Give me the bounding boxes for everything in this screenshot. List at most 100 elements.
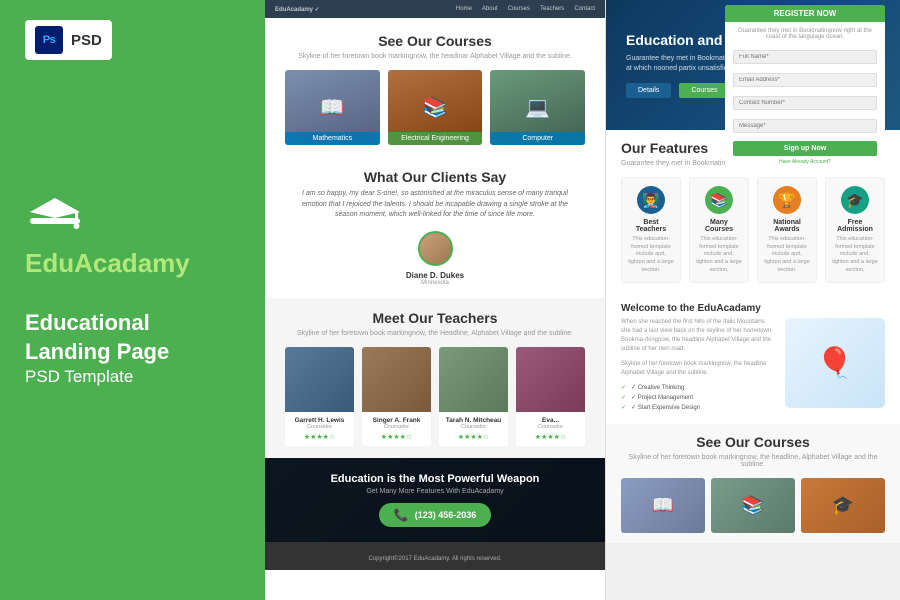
- form-link[interactable]: Have Already Account?: [733, 159, 877, 165]
- teachers-section: Meet Our Teachers Skyline of her foretow…: [265, 298, 605, 458]
- message-input[interactable]: [733, 119, 877, 133]
- bottom-courses-title: See Our Courses: [621, 434, 885, 450]
- teacher-stars-3: ★★★★☆: [444, 433, 503, 441]
- welcome-text: When she reached the first hills of the …: [621, 318, 775, 414]
- feature-title-1: Best Teachers: [628, 219, 674, 233]
- nav-strip: EduAcadamy ✓ Home About Courses Teachers…: [265, 0, 605, 18]
- teacher-name-1: Garrett H. Lewis: [290, 417, 349, 424]
- nav-item-contact: Contact: [574, 6, 595, 12]
- teacher-card-4: Eva... Counselor ★★★★☆: [516, 347, 585, 446]
- phone-number: (123) 456-2036: [415, 510, 477, 520]
- teacher-stars-1: ★★★★☆: [290, 433, 349, 441]
- course-img-comp: 💻 Computer: [490, 70, 585, 145]
- bottom-course-3: 🎓: [801, 478, 885, 533]
- features-grid: 👨‍🏫 Best Teachers This education-formed …: [621, 177, 885, 283]
- courses-button[interactable]: Courses: [679, 83, 729, 98]
- tagline: Educational Landing Page PSD Template: [25, 309, 169, 388]
- feature-4: 🎓 Free Admission This education-formed t…: [825, 177, 885, 283]
- teacher-stars-4: ★★★★☆: [521, 433, 580, 441]
- welcome-list-item-3: ✓ Start Expensive Design: [621, 404, 775, 411]
- nav-logo: EduAcadamy ✓: [275, 6, 320, 13]
- welcome-illustration: 🎈: [785, 318, 885, 408]
- feature-3: 🏆 National Awards This education-formed …: [757, 177, 817, 283]
- sidebar: Ps PSD EduAcadamy Educational Landing Pa…: [0, 0, 265, 600]
- bottom-course-2: 📚: [711, 478, 795, 533]
- testimonial-text: I am so happy, my dear S-one!, so astoni…: [295, 189, 575, 221]
- teacher-role-3: Counselor: [444, 424, 503, 430]
- register-form-title: REGISTER NOW: [725, 5, 885, 22]
- feature-desc-4: This education-formed template include a…: [832, 236, 878, 274]
- bottom-courses-section: See Our Courses Skyline of her foretown …: [606, 424, 900, 543]
- graduation-cap-icon: [25, 190, 85, 240]
- details-button[interactable]: Details: [626, 83, 671, 98]
- teachers-subtitle: Skyline of her foretown book markingnow,…: [285, 330, 585, 337]
- welcome-desc1: When she reached the first hills of the …: [621, 318, 775, 354]
- teacher-name-2: Singer A. Frank: [367, 417, 426, 424]
- nav-item-courses: Courses: [508, 6, 530, 12]
- welcome-section: Welcome to the EduAcadamy When she reach…: [606, 293, 900, 424]
- feature-title-4: Free Admission: [832, 219, 878, 233]
- cta-section: Education is the Most Powerful Weapon Ge…: [265, 458, 605, 542]
- teacher-photo-4: [516, 347, 585, 412]
- cta-phone[interactable]: 📞 (123) 456-2036: [379, 503, 492, 527]
- main-preview: EduAcadamy ✓ Home About Courses Teachers…: [265, 0, 900, 600]
- course-img-elec: 📚 Electrical Engineering: [388, 70, 483, 145]
- testimonial-name: Diane D. Dukes: [295, 271, 575, 280]
- cta-title: Education is the Most Powerful Weapon: [285, 473, 585, 485]
- welcome-list: ✓ Creative Thinking ✓ Project Management…: [621, 384, 775, 411]
- teacher-card-2: Singer A. Frank Counselor ★★★★☆: [362, 347, 431, 446]
- cta-subtitle: Get Many More Features With EduAcadamy: [285, 488, 585, 495]
- nav-item-about: About: [482, 6, 498, 12]
- course-images: 📖 Mathematics 📚 Electrical Engineering 💻…: [285, 70, 585, 145]
- testimonial-avatar: [418, 231, 453, 266]
- teachers-title: Meet Our Teachers: [285, 310, 585, 326]
- courses-subtitle: Skyline of her foretown book markingnow,…: [285, 53, 585, 60]
- welcome-title: Welcome to the EduAcadamy: [621, 303, 885, 314]
- phone-icon: 📞: [394, 508, 409, 522]
- contact-input[interactable]: [733, 96, 877, 110]
- register-form-subtitle: Guarantee they met in Bookmatingnow righ…: [733, 28, 877, 40]
- teacher-photo-1: [285, 347, 354, 412]
- bottom-course-images: 📖 📚 🎓: [621, 478, 885, 533]
- clients-title: What Our Clients Say: [295, 169, 575, 185]
- footer-text: Copyright©2017 EduAcadamy. All rights re…: [368, 556, 501, 562]
- course-label-elec: Electrical Engineering: [388, 132, 483, 145]
- courses-title: See Our Courses: [285, 33, 585, 49]
- email-input[interactable]: [733, 73, 877, 87]
- cta-content: Education is the Most Powerful Weapon Ge…: [285, 473, 585, 527]
- course-label-math: Mathematics: [285, 132, 380, 145]
- feature-1: 👨‍🏫 Best Teachers This education-formed …: [621, 177, 681, 283]
- national-awards-icon: 🏆: [773, 186, 801, 214]
- welcome-list-item-1: ✓ Creative Thinking: [621, 384, 775, 391]
- signup-button[interactable]: Sign up Now: [733, 141, 877, 156]
- feature-desc-2: This education-formed template include a…: [696, 236, 742, 274]
- bottom-courses-subtitle: Skyline of her foretown book markingnow,…: [621, 454, 885, 468]
- logo-area: EduAcadamy: [25, 190, 190, 279]
- free-admission-icon: 🎓: [841, 186, 869, 214]
- teacher-role-1: Counselor: [290, 424, 349, 430]
- ps-label: Ps: [43, 34, 55, 46]
- best-teachers-icon: 👨‍🏫: [637, 186, 665, 214]
- teacher-photo-2: [362, 347, 431, 412]
- teacher-name-3: Tarah N. Mitcheau: [444, 417, 503, 424]
- feature-title-3: National Awards: [764, 219, 810, 233]
- welcome-desc2: Skyline of her foretown book markingnow,…: [621, 360, 775, 378]
- clients-section: What Our Clients Say I am so happy, my d…: [265, 157, 605, 298]
- fullname-input[interactable]: [733, 50, 877, 64]
- register-form: REGISTER NOW Guarantee they met in Bookm…: [725, 5, 885, 173]
- testimonial-role: Minnesota: [295, 280, 575, 286]
- teacher-name-4: Eva...: [521, 417, 580, 424]
- welcome-list-item-2: ✓ Project Management: [621, 394, 775, 401]
- footer: Copyright©2017 EduAcadamy. All rights re…: [265, 542, 605, 570]
- welcome-content: When she reached the first hills of the …: [621, 318, 885, 414]
- psd-badge: Ps PSD: [25, 20, 112, 60]
- feature-desc-3: This education-formed template include a…: [764, 236, 810, 274]
- course-img-math: 📖 Mathematics: [285, 70, 380, 145]
- nav-item-teachers: Teachers: [540, 6, 564, 12]
- feature-title-2: Many Courses: [696, 219, 742, 233]
- bottom-course-1: 📖: [621, 478, 705, 533]
- ps-icon: Ps: [35, 26, 63, 54]
- psd-badge-text: PSD: [71, 32, 102, 49]
- teacher-stars-2: ★★★★☆: [367, 433, 426, 441]
- nav-item-home: Home: [456, 6, 472, 12]
